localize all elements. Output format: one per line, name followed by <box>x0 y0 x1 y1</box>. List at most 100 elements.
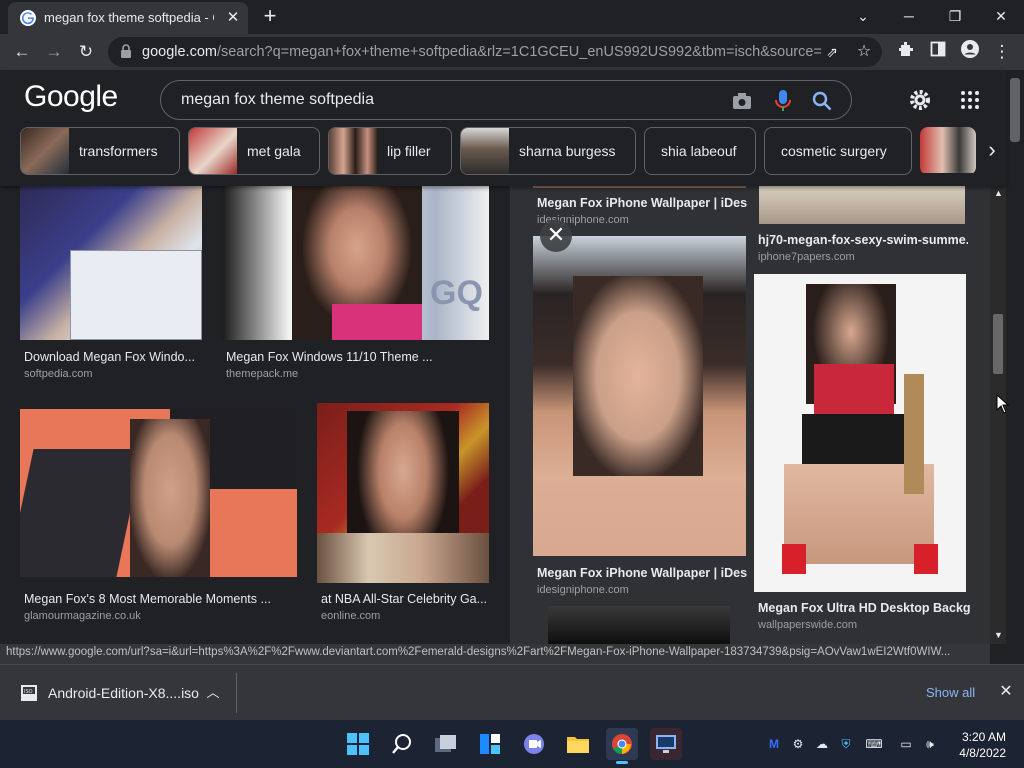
result-image[interactable] <box>759 186 965 224</box>
chip-thumbnail <box>329 128 377 174</box>
result-image[interactable] <box>533 186 746 188</box>
remote-desktop-icon[interactable] <box>650 728 682 760</box>
search-input[interactable]: megan fox theme softpedia <box>160 80 852 120</box>
result-image[interactable] <box>20 409 297 577</box>
tab-close-icon[interactable]: ✕ <box>223 8 243 28</box>
search-query: megan fox theme softpedia <box>181 91 375 108</box>
show-all-button[interactable]: Show all <box>926 685 975 700</box>
chip-partial[interactable] <box>920 127 976 175</box>
link-status-bar: https://www.google.com/url?sa=i&url=http… <box>0 644 990 664</box>
tab-search-icon[interactable]: ⌄ <box>840 2 886 30</box>
browser-toolbar: ← → ↻ google.com/search?q=megan+fox+them… <box>0 34 1024 70</box>
mouse-cursor-icon <box>996 394 1010 414</box>
result-caption[interactable]: Download Megan Fox Windo... softpedia.com <box>24 350 204 380</box>
new-tab-button[interactable]: + <box>258 5 282 29</box>
display-tray-icon[interactable]: ▭ <box>896 734 916 754</box>
chevron-right-icon[interactable]: › <box>980 135 1004 165</box>
minimize-button[interactable]: ─ <box>886 2 932 30</box>
chip-label: met gala <box>247 143 301 159</box>
side-panel-icon[interactable] <box>926 40 950 64</box>
results-scroll-thumb[interactable] <box>993 314 1003 374</box>
tab-strip: megan fox theme softpedia - Go ✕ + ⌄ ─ ❐… <box>0 0 1024 34</box>
chrome-taskbar-icon[interactable] <box>606 728 638 764</box>
extensions-icon[interactable] <box>894 40 918 64</box>
chip-label: shia labeouf <box>661 143 737 159</box>
clock-time[interactable]: 3:20 AM <box>960 730 1006 744</box>
close-window-button[interactable]: ✕ <box>978 2 1024 30</box>
downloads-bar: ISO Android-Edition-X8....iso ︿ Show all… <box>0 664 1024 720</box>
result-caption[interactable]: Megan Fox Windows 11/10 Theme ... themepa… <box>226 350 486 380</box>
security-tray-icon[interactable]: ⛨ <box>836 734 856 754</box>
scroll-down-icon[interactable]: ▼ <box>994 630 1003 640</box>
forward-icon[interactable]: → <box>42 40 66 64</box>
tab-title: megan fox theme softpedia - Go <box>44 10 214 25</box>
chevron-up-icon[interactable]: ︿ <box>204 682 222 702</box>
download-file-name[interactable]: Android-Edition-X8....iso <box>48 685 199 701</box>
chip-transformers[interactable]: transformers <box>20 127 180 175</box>
address-bar[interactable]: google.com/search?q=megan+fox+theme+soft… <box>108 37 882 67</box>
page-scrollbar[interactable] <box>1006 70 1024 644</box>
chip-label: lip filler <box>387 143 431 159</box>
search-taskbar-icon[interactable] <box>386 728 418 760</box>
chip-thumbnail <box>189 128 237 174</box>
microphone-icon[interactable] <box>773 89 793 113</box>
divider <box>236 673 237 713</box>
result-image[interactable] <box>317 403 489 583</box>
chip-met-gala[interactable]: met gala <box>188 127 320 175</box>
results-scrollbar[interactable]: ▲ ▼ <box>990 186 1006 644</box>
result-caption[interactable]: Megan Fox's 8 Most Memorable Moments ...… <box>24 592 284 622</box>
cloud-tray-icon[interactable]: ☁ <box>812 734 832 754</box>
result-caption[interactable]: hj70-megan-fox-sexy-swim-summe... iphone7… <box>758 233 968 263</box>
keyboard-tray-icon[interactable]: ⌨ <box>864 734 884 754</box>
task-view-icon[interactable] <box>430 728 462 760</box>
back-icon[interactable]: ← <box>10 40 34 64</box>
windows-start-icon[interactable] <box>342 728 374 760</box>
widgets-icon[interactable] <box>474 728 506 760</box>
chip-label: transformers <box>79 143 158 159</box>
lock-icon <box>121 44 131 58</box>
restore-button[interactable]: ❐ <box>932 2 978 30</box>
browser-tab[interactable]: megan fox theme softpedia - Go ✕ <box>8 2 248 34</box>
profile-icon[interactable] <box>958 40 982 64</box>
result-image[interactable] <box>533 236 746 556</box>
page-scroll-thumb[interactable] <box>1010 78 1020 142</box>
mail-tray-icon[interactable]: M <box>764 734 784 754</box>
chip-sharna-burgess[interactable]: sharna burgess <box>460 127 636 175</box>
camera-icon[interactable] <box>731 90 753 112</box>
clock-date[interactable]: 4/8/2022 <box>952 746 1006 760</box>
teams-chat-icon[interactable] <box>518 728 550 760</box>
gear-icon[interactable] <box>908 88 932 112</box>
file-explorer-icon[interactable] <box>562 728 594 760</box>
reload-icon[interactable]: ↻ <box>74 40 98 64</box>
steam-tray-icon[interactable]: ⚙ <box>788 734 808 754</box>
windows-taskbar: M ⚙ ☁ ⛨ ⌨ ▭ 🕪 3:20 AM 4/8/2022 <box>0 720 1024 768</box>
result-image[interactable] <box>20 186 202 340</box>
url-text: google.com/search?q=megan+fox+theme+soft… <box>142 44 822 60</box>
share-icon[interactable]: ⇗ <box>820 40 844 64</box>
chip-thumbnail <box>920 127 976 173</box>
chip-shia-labeouf[interactable]: shia labeouf <box>644 127 756 175</box>
google-header: Google megan fox theme softpedia transfo… <box>0 70 1006 186</box>
result-caption[interactable]: Megan Fox iPhone Wallpaper | iDesi... ide… <box>537 566 747 596</box>
google-logo[interactable]: Google <box>24 80 118 114</box>
scroll-up-icon[interactable]: ▲ <box>994 188 1003 198</box>
volume-icon[interactable]: 🕪 <box>920 734 940 754</box>
search-icon[interactable] <box>811 90 833 112</box>
chip-thumbnail <box>21 128 69 174</box>
result-image[interactable]: GQ <box>222 186 489 340</box>
bookmark-star-icon[interactable]: ☆ <box>852 40 876 64</box>
apps-grid-icon[interactable] <box>960 90 980 110</box>
close-icon[interactable]: ✕ <box>540 220 572 252</box>
result-caption[interactable]: Megan Fox iPhone Wallpaper | iDesi... ide… <box>537 196 747 226</box>
svg-text:ISO: ISO <box>24 689 33 695</box>
chip-lip-filler[interactable]: lip filler <box>328 127 452 175</box>
result-caption[interactable]: Megan Fox Ultra HD Desktop Backg... wallp… <box>758 601 970 631</box>
iso-file-icon: ISO <box>21 685 37 701</box>
result-caption[interactable]: at NBA All-Star Celebrity Ga... eonline.c… <box>321 592 489 622</box>
image-results: Download Megan Fox Windo... softpedia.com… <box>0 186 990 644</box>
chip-cosmetic-surgery[interactable]: cosmetic surgery <box>764 127 912 175</box>
menu-kebab-icon[interactable]: ⋮ <box>990 40 1014 64</box>
result-image[interactable] <box>548 606 730 644</box>
result-image[interactable] <box>754 274 966 592</box>
close-downloads-icon[interactable]: ✕ <box>996 681 1016 701</box>
